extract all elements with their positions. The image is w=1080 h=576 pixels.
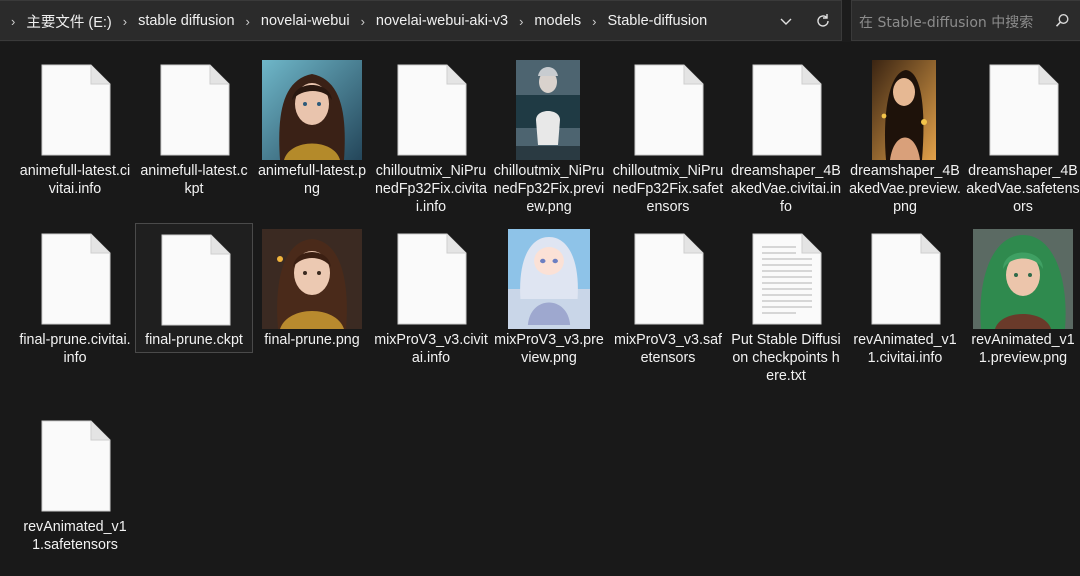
file-name: dreamshaper_4BakedVae.civitai.info	[730, 163, 842, 215]
breadcrumb-item-stable-diffusion-folder[interactable]: Stable-diffusion	[606, 13, 710, 29]
blank-document-icon	[634, 233, 704, 325]
breadcrumb-item-drive[interactable]: 主要文件 (E:)	[24, 11, 113, 32]
file-item[interactable]: chilloutmix_NiPrunedFp32Fix.safetensors	[609, 54, 727, 216]
breadcrumb-item-novelai-webui-aki-v3[interactable]: novelai-webui-aki-v3	[374, 13, 510, 29]
breadcrumb-chevron-icon[interactable]: ›	[583, 14, 605, 29]
file-name: revAnimated_v11.preview.png	[971, 332, 1075, 366]
file-item[interactable]: mixProV3_v3.preview.png	[490, 223, 608, 367]
file-name: final-prune.civitai.info	[19, 332, 131, 366]
file-name: dreamshaper_4BakedVae.preview.png	[849, 163, 961, 215]
blank-document-icon	[41, 233, 111, 325]
file-item[interactable]: mixProV3_v3.safetensors	[609, 223, 727, 367]
breadcrumb-chevron-icon[interactable]: ›	[237, 14, 259, 29]
portrait-thumbnail-image	[262, 229, 362, 329]
file-item[interactable]: animefull-latest.png	[253, 54, 371, 198]
blank-document-icon	[161, 234, 231, 326]
breadcrumb-root-chevron-icon[interactable]: ›	[2, 14, 24, 29]
file-name: chilloutmix_NiPrunedFp32Fix.civitai.info	[374, 163, 488, 215]
search-icon[interactable]	[1053, 12, 1071, 30]
file-name: chilloutmix_NiPrunedFp32Fix.safetensors	[612, 163, 724, 215]
blank-document-icon	[41, 420, 111, 512]
search-placeholder: 在 Stable-diffusion 中搜索	[859, 15, 1034, 31]
file-name: final-prune.ckpt	[145, 332, 243, 348]
breadcrumb-chevron-icon[interactable]: ›	[114, 14, 136, 29]
address-bar[interactable]: › 主要文件 (E:) › stable diffusion › novelai…	[0, 0, 842, 41]
blank-document-icon	[871, 233, 941, 325]
portrait-thumbnail-image	[262, 60, 362, 160]
file-name: chilloutmix_NiPrunedFp32Fix.preview.png	[493, 163, 605, 215]
file-name: mixProV3_v3.safetensors	[613, 332, 723, 366]
blank-document-icon	[160, 64, 230, 156]
file-name: mixProV3_v3.civitai.info	[374, 332, 488, 366]
file-name: dreamshaper_4BakedVae.safetensors	[966, 163, 1080, 215]
text-document-icon	[752, 233, 822, 325]
file-item[interactable]: dreamshaper_4BakedVae.safetensors	[964, 54, 1080, 216]
anime-thumbnail-image	[508, 229, 590, 329]
file-item[interactable]: revAnimated_v11.safetensors	[16, 410, 134, 554]
file-name: Put Stable Diffusion checkpoints here.tx…	[731, 332, 841, 384]
breadcrumb: › 主要文件 (E:) › stable diffusion › novelai…	[2, 1, 709, 41]
file-item[interactable]: final-prune.civitai.info	[16, 223, 134, 367]
blank-document-icon	[397, 233, 467, 325]
breadcrumb-chevron-icon[interactable]: ›	[352, 14, 374, 29]
file-item[interactable]: dreamshaper_4BakedVae.civitai.info	[727, 54, 845, 216]
blank-document-icon	[634, 64, 704, 156]
portrait-thumbnail-image	[973, 229, 1073, 329]
file-item[interactable]: chilloutmix_NiPrunedFp32Fix.civitai.info	[372, 54, 490, 216]
file-item-selected[interactable]: final-prune.ckpt	[135, 223, 253, 353]
chevron-down-icon[interactable]	[776, 11, 796, 31]
file-name: revAnimated_v11.civitai.info	[853, 332, 957, 366]
file-name: final-prune.png	[264, 332, 360, 348]
file-name: animefull-latest.civitai.info	[19, 163, 131, 197]
file-name: animefull-latest.png	[257, 163, 367, 197]
blank-document-icon	[397, 64, 467, 156]
breadcrumb-item-novelai-webui[interactable]: novelai-webui	[259, 13, 352, 29]
file-item[interactable]: chilloutmix_NiPrunedFp32Fix.preview.png	[490, 54, 608, 216]
search-input[interactable]: 在 Stable-diffusion 中搜索	[851, 0, 1080, 41]
file-name: mixProV3_v3.preview.png	[494, 332, 604, 366]
blank-document-icon	[752, 64, 822, 156]
file-item[interactable]: mixProV3_v3.civitai.info	[372, 223, 490, 367]
blank-document-icon	[989, 64, 1059, 156]
breadcrumb-chevron-icon[interactable]: ›	[510, 14, 532, 29]
refresh-icon[interactable]	[813, 11, 833, 31]
breadcrumb-item-models[interactable]: models	[532, 13, 583, 29]
file-item[interactable]: Put Stable Diffusion checkpoints here.tx…	[727, 223, 845, 385]
file-item[interactable]: animefull-latest.civitai.info	[16, 54, 134, 198]
file-item[interactable]: animefull-latest.ckpt	[135, 54, 253, 198]
portrait-thumbnail-image	[516, 60, 580, 160]
file-item[interactable]: dreamshaper_4BakedVae.preview.png	[846, 54, 964, 216]
file-name: animefull-latest.ckpt	[140, 163, 248, 197]
file-name: revAnimated_v11.safetensors	[23, 519, 127, 553]
file-item[interactable]: revAnimated_v11.preview.png	[964, 223, 1080, 367]
toolbar: › 主要文件 (E:) › stable diffusion › novelai…	[0, 0, 1080, 42]
file-item[interactable]: revAnimated_v11.civitai.info	[846, 223, 964, 367]
file-item[interactable]: final-prune.png	[253, 223, 371, 349]
blank-document-icon	[41, 64, 111, 156]
portrait-thumbnail-image	[872, 60, 936, 160]
breadcrumb-item-stable-diffusion[interactable]: stable diffusion	[136, 13, 236, 29]
